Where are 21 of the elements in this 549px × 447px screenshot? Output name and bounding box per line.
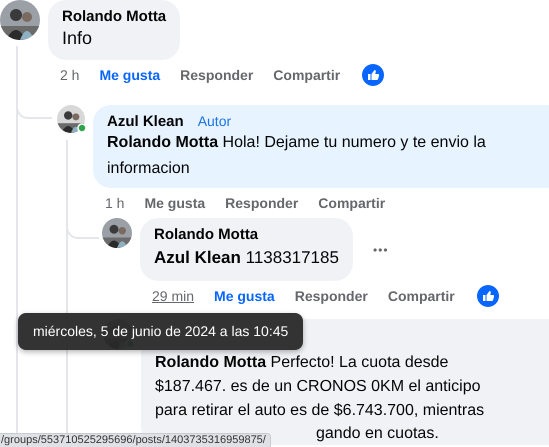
action-link[interactable]: Responder (225, 195, 298, 211)
status-url: /groups/553710525295696/posts/1403735316959875/ (0, 433, 271, 447)
action-link[interactable]: Compartir (388, 288, 455, 304)
comment-text: Azul Klean 1138317185 (154, 247, 339, 269)
comment-time[interactable]: 1 h (105, 195, 124, 211)
comment-time[interactable]: 2 h (60, 67, 80, 83)
author-role-label: Autor (198, 112, 232, 130)
author-name[interactable]: Rolando Motta (154, 226, 258, 244)
action-link[interactable]: Me gusta (214, 288, 275, 304)
action-link[interactable]: Compartir (273, 67, 340, 83)
comment-text: Info (62, 27, 94, 50)
more-options-icon[interactable]: ••• (372, 242, 389, 256)
action-link[interactable]: Me gusta (99, 67, 160, 83)
comment-text: Rolando Motta Hola! Dejame tu numero y te envio la informacion (107, 133, 487, 179)
action-link[interactable]: Responder (180, 67, 254, 83)
action-link[interactable]: Responder (294, 288, 368, 304)
comment-time[interactable]: 29 min (152, 288, 194, 304)
author-name[interactable]: Azul Klean (107, 113, 184, 131)
author-name[interactable]: Rolando Motta (62, 8, 166, 26)
action-link[interactable]: Me gusta (144, 195, 206, 211)
action-link[interactable]: Compartir (318, 195, 386, 211)
